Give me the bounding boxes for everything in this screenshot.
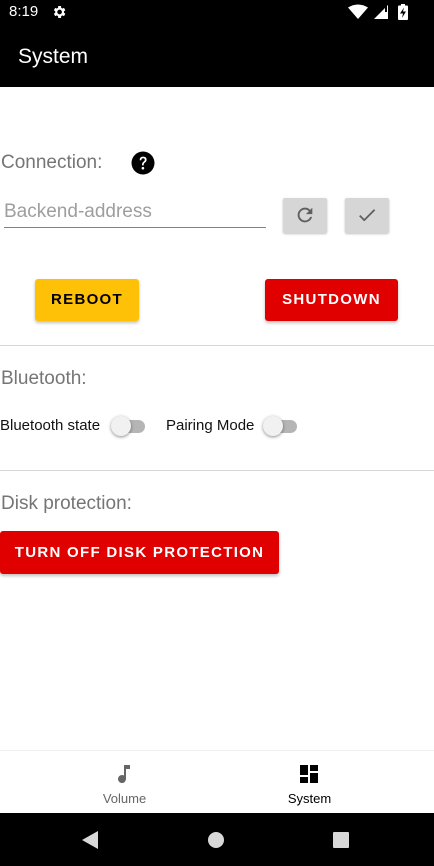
wifi-icon [348,4,368,19]
recents-icon[interactable] [333,832,349,848]
app-bar: System [0,24,434,87]
confirm-button[interactable] [345,198,389,233]
page-title: System [18,45,89,68]
music-note-icon [118,765,130,784]
back-icon[interactable] [81,830,99,850]
shutdown-button[interactable]: SHUTDOWN [265,279,398,321]
status-time: 8:19 [9,3,39,20]
turn-off-disk-protection-button[interactable]: TURN OFF DISK PROTECTION [0,531,279,574]
home-icon[interactable] [207,831,225,849]
bluetooth-label: Bluetooth: [1,368,87,389]
status-right-icons [348,4,408,20]
status-bar: 8:19 [0,0,434,24]
signal-icon [374,5,388,19]
pairing-mode-label: Pairing Mode [166,417,255,434]
help-circle-icon[interactable] [131,151,155,175]
switch-thumb [263,416,283,436]
gear-icon [53,6,66,18]
divider [0,470,434,471]
bluetooth-state-switch[interactable] [111,416,147,436]
dashboard-icon [300,765,318,783]
bottom-navigation: Volume System [0,750,434,813]
battery-charging-icon [398,4,408,20]
refresh-icon [297,207,313,223]
switch-thumb [111,416,131,436]
nav-label-system: System [287,791,332,806]
connection-label: Connection: [1,152,103,173]
disk-protection-label: Disk protection: [1,493,132,514]
nav-item-system[interactable]: System [201,751,418,814]
check-icon [359,209,376,222]
pairing-mode-switch[interactable] [263,416,299,436]
system-navigation-bar [0,813,434,866]
bluetooth-state-label: Bluetooth state [0,417,101,434]
reboot-button[interactable]: REBOOT [35,279,139,321]
backend-address-input[interactable] [4,196,266,228]
divider [0,345,434,346]
refresh-button[interactable] [283,198,327,233]
